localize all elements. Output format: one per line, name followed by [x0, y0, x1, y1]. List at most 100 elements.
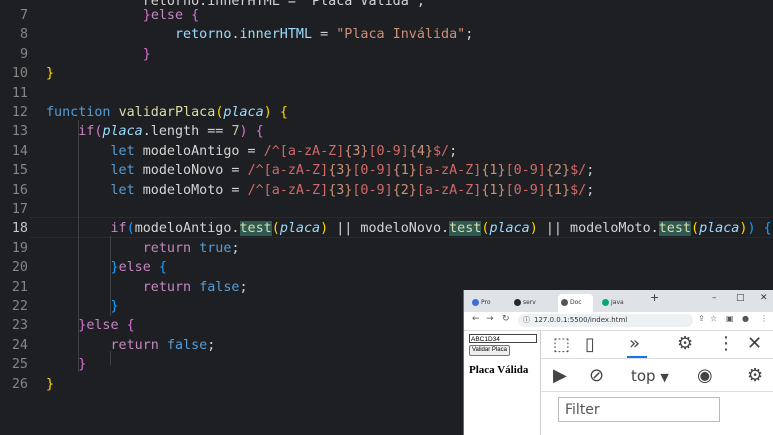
placa-input[interactable]: ABC1D34: [469, 334, 537, 343]
line-number: 19: [11, 240, 28, 256]
line-number: 16: [11, 182, 28, 198]
bookmark-star-icon[interactable]: ☆: [710, 314, 717, 323]
browser-tab[interactable]: Pro: [472, 294, 498, 312]
code-token: ;: [586, 163, 595, 179]
code-token: [a-zA-Z]: [416, 163, 482, 179]
url-field[interactable]: ⓘ 127.0.0.1:5500/index.html: [518, 314, 693, 327]
code-token: (: [271, 221, 280, 237]
divider: [541, 358, 773, 359]
code-token: else: [86, 318, 119, 334]
code-text: function validarPlaca(placa) {: [46, 103, 288, 122]
code-text: retorno.innerHTML = "Placa Inválida";: [46, 25, 473, 44]
more-tabs-icon[interactable]: »: [629, 335, 640, 353]
code-text: }else {: [46, 258, 167, 277]
code-token: {: [191, 8, 200, 23]
maximize-button[interactable]: □: [736, 293, 745, 303]
device-toolbar-icon[interactable]: ▯: [585, 336, 595, 354]
minimize-button[interactable]: –: [712, 293, 717, 303]
share-icon[interactable]: ⇪: [698, 314, 705, 323]
close-window-button[interactable]: ✕: [760, 293, 768, 303]
code-token: [0-9]: [352, 163, 393, 179]
code-text: return false;: [46, 336, 216, 355]
code-text: }: [46, 45, 151, 64]
line-number: 22: [11, 299, 28, 314]
code-token: true: [199, 240, 232, 256]
code-token: {3}: [344, 143, 369, 159]
profile-icon[interactable]: ●: [742, 314, 749, 323]
clear-console-icon[interactable]: ⊘: [589, 367, 604, 385]
code-token: {: [255, 124, 264, 140]
code-token: }: [110, 299, 119, 314]
tab-bar: Pro serv Doc Java + – □ ✕: [464, 290, 773, 312]
code-token: false: [166, 337, 208, 353]
settings-gear-icon[interactable]: ⚙: [677, 335, 693, 353]
code-token: [0-9]: [505, 163, 546, 179]
code-token: "Placa Inválida": [336, 27, 466, 43]
inspect-element-icon[interactable]: ⬚: [553, 336, 570, 354]
browser-tab-active[interactable]: Doc: [558, 294, 593, 312]
code-text: let modeloAntigo = /^[a-zA-Z]{3}[0-9]{4}…: [46, 142, 458, 161]
close-devtools-icon[interactable]: ✕: [747, 335, 762, 353]
browser-window[interactable]: Pro serv Doc Java + – □ ✕ ← → ↻ ⓘ 127.0.…: [463, 290, 773, 435]
sidebar-icon[interactable]: ▣: [726, 314, 734, 323]
reload-icon[interactable]: ↻: [502, 314, 510, 324]
code-token: (: [691, 221, 700, 237]
code-token: ): [320, 221, 329, 237]
line-number: 25: [11, 357, 28, 373]
code-token: {4}: [408, 143, 433, 159]
code-token: $/: [570, 163, 587, 179]
code-token: ): [263, 105, 272, 120]
console-sidebar-icon[interactable]: ▶: [553, 367, 567, 385]
line-number: 21: [11, 279, 28, 295]
code-text: let modeloMoto = /^[a-zA-Z]{3}[0-9]{2}[a…: [46, 181, 595, 200]
code-token: placa: [699, 221, 740, 237]
w3schools-icon: [602, 299, 609, 306]
new-tab-button[interactable]: +: [650, 291, 659, 304]
line-number: 20: [11, 260, 28, 276]
forward-icon[interactable]: →: [486, 314, 494, 324]
validar-placa-button[interactable]: Validar Placa: [469, 345, 510, 356]
console-filter-input[interactable]: Filter: [558, 397, 720, 422]
code-token: else: [118, 260, 151, 276]
tab-favicon-icon: [472, 299, 479, 306]
browser-tab[interactable]: serv: [514, 294, 542, 312]
console-settings-gear-icon[interactable]: ⚙: [747, 367, 763, 385]
menu-icon[interactable]: ⋮: [760, 314, 768, 323]
code-token: }: [142, 8, 151, 23]
code-token: if: [78, 124, 95, 140]
code-token: modeloNovo =: [134, 163, 248, 179]
code-token: placa: [223, 105, 264, 120]
code-token: {: [763, 221, 772, 237]
code-token: innerHTML: [239, 27, 313, 43]
globe-icon: [561, 299, 568, 306]
code-token: ): [529, 221, 538, 237]
code-token: $/: [433, 143, 450, 159]
code-token: }: [46, 376, 55, 392]
live-expression-eye-icon[interactable]: ◉: [697, 367, 713, 385]
address-bar: ← → ↻ ⓘ 127.0.0.1:5500/index.html ⇪ ☆ ▣ …: [464, 312, 773, 331]
code-text: if(modeloAntigo.test(placa) || modeloNov…: [46, 219, 772, 238]
devtools-panel: ⬚ ▯ » ⚙ ⋮ ✕ ▶ ⊘ top ▼ ◉ ⚙ Filter: [540, 331, 773, 435]
code-token: /^[a-zA-Z]: [263, 143, 345, 159]
code-token: ;: [586, 182, 595, 198]
code-token: 7: [231, 124, 240, 140]
code-token: }: [78, 357, 87, 373]
line-number: 13: [11, 124, 28, 140]
code-token: if: [110, 221, 127, 237]
code-token: {3}: [328, 163, 353, 179]
back-icon[interactable]: ←: [472, 314, 480, 324]
context-selector[interactable]: top ▼: [631, 367, 669, 385]
line-number: 26: [11, 376, 28, 392]
code-token: $/: [570, 182, 587, 198]
line-number: 10: [11, 66, 28, 82]
code-token: {: [158, 260, 167, 276]
code-token: }: [46, 66, 55, 82]
more-options-icon[interactable]: ⋮: [717, 335, 735, 353]
browser-tab[interactable]: Java: [602, 294, 632, 312]
